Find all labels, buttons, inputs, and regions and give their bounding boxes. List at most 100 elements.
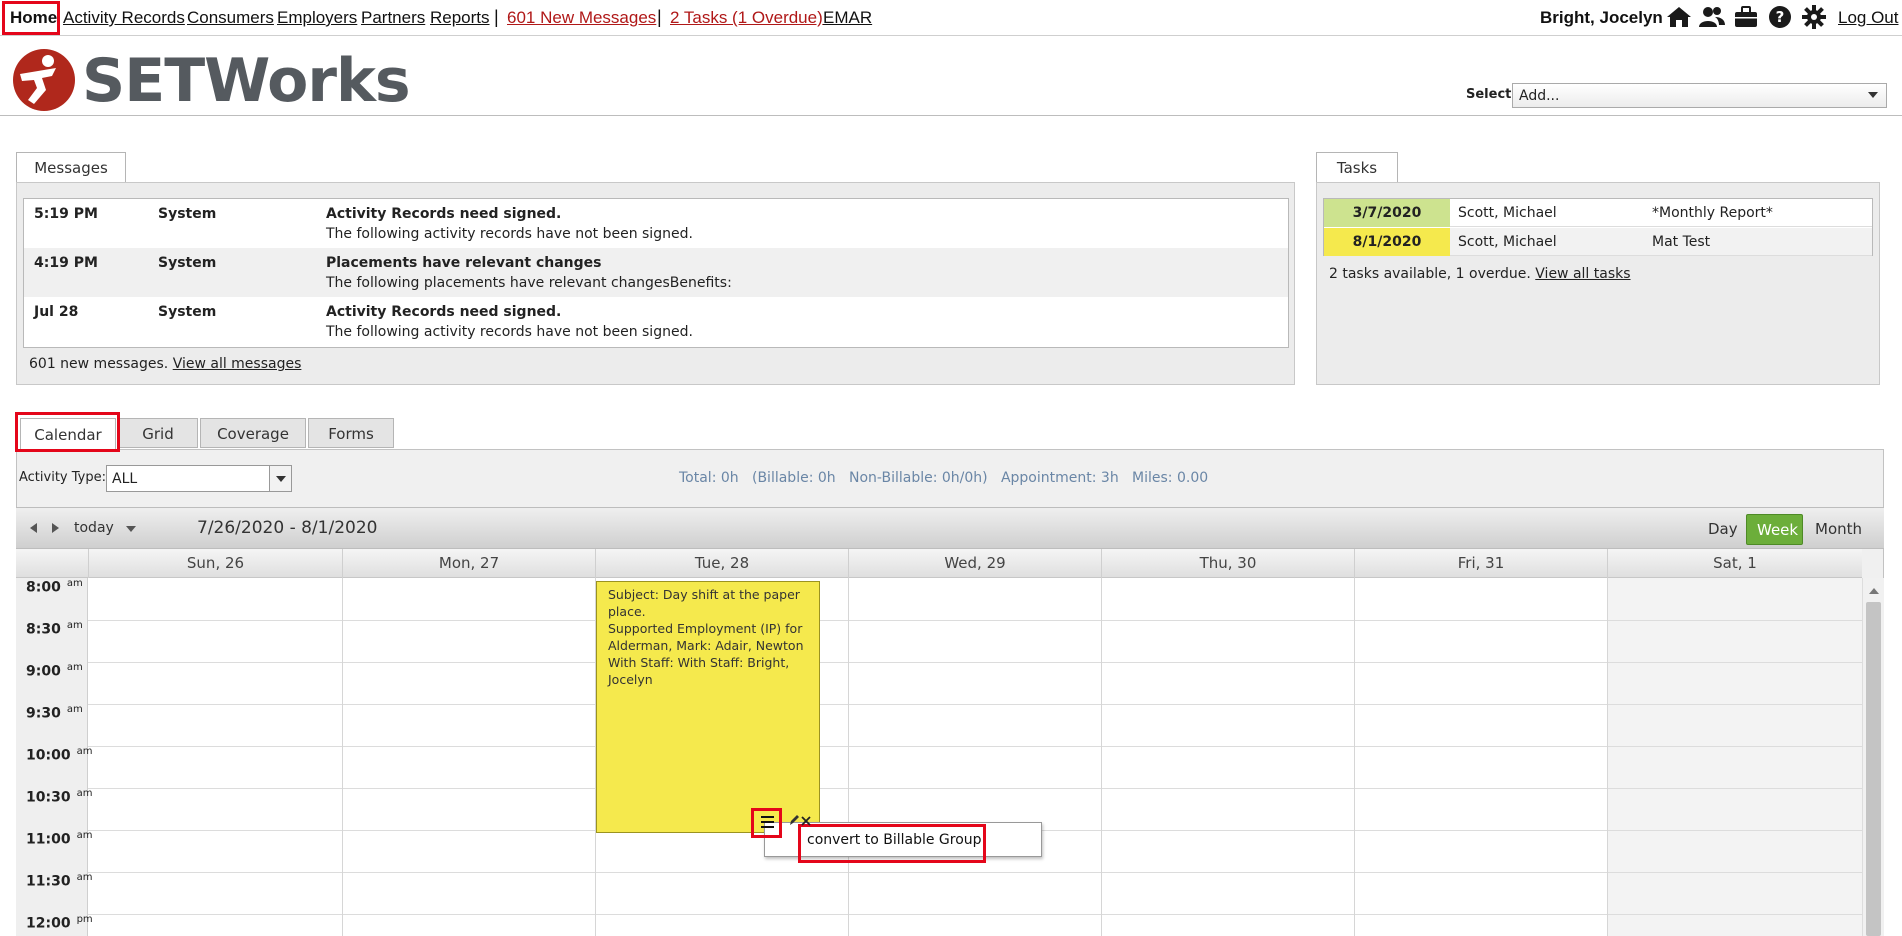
message-row[interactable]: 4:19 PM System Placements have relevant … — [24, 248, 1288, 297]
day-header-thu: Thu, 30 — [1101, 549, 1354, 578]
menu-lines-icon[interactable] — [759, 814, 777, 834]
time-label: 11:00 am — [26, 830, 93, 848]
briefcase-icon[interactable] — [1734, 6, 1758, 32]
nav-consumers[interactable]: Consumers — [187, 8, 274, 28]
grid-line — [88, 746, 1862, 747]
activity-type-dropdown-button[interactable] — [269, 466, 291, 491]
event-subject: Subject: Day shift at the paper place. — [608, 587, 800, 619]
message-row[interactable]: Jul 28 System Activity Records need sign… — [24, 297, 1288, 346]
tab-messages[interactable]: Messages — [16, 152, 126, 182]
week-time-grid[interactable]: 8:00 am 8:30 am 9:00 am 9:30 am 10:00 am 10:3… — [16, 578, 1862, 936]
chevron-down-icon — [1868, 92, 1878, 98]
grid-line — [88, 620, 1862, 621]
tasks-count: 2 tasks available, 1 overdue. — [1329, 266, 1531, 282]
today-button[interactable]: today — [74, 520, 114, 536]
user-name: Bright, Jocelyn — [1540, 8, 1663, 27]
grid-line — [88, 704, 1862, 705]
next-week-icon[interactable] — [52, 523, 59, 533]
nav-employers[interactable]: Employers — [277, 8, 357, 28]
logout-link[interactable]: Log Out — [1838, 8, 1899, 28]
scroll-up-icon[interactable] — [1869, 588, 1879, 594]
nav-tasks[interactable]: 2 Tasks (1 Overdue) — [670, 8, 823, 28]
time-label: 8:00 am — [26, 578, 83, 596]
add-select[interactable]: Add... — [1512, 83, 1887, 108]
grid-line — [88, 872, 1862, 873]
nav-emar[interactable]: EMAR — [823, 8, 872, 28]
grid-line — [88, 788, 1862, 789]
message-body: The following activity records have not … — [326, 324, 693, 340]
activity-type-value: ALL — [112, 471, 138, 487]
time-label: 11:30 am — [26, 872, 93, 890]
tab-grid[interactable]: Grid — [118, 418, 198, 448]
day-header-fri: Fri, 31 — [1354, 549, 1607, 578]
view-all-tasks-link[interactable]: View all tasks — [1535, 266, 1630, 282]
add-select-value: Add... — [1519, 88, 1560, 104]
messages-footer: 601 new messages. View all messages — [29, 356, 301, 372]
help-icon[interactable]: ? — [1768, 5, 1792, 33]
logo-text: SETWorks — [82, 46, 411, 116]
hours-summary: Total: 0h (Billable: 0h Non-Billable: 0h… — [679, 470, 1209, 486]
task-row[interactable]: 8/1/2020 Scott, Michael Mat Test — [1324, 228, 1872, 256]
view-week-button[interactable]: Week — [1746, 514, 1803, 545]
gear-icon[interactable] — [1802, 5, 1826, 33]
users-icon[interactable] — [1698, 5, 1726, 33]
message-subject: Placements have relevant changes — [326, 255, 602, 271]
nav-separator: | — [494, 7, 499, 27]
tab-tasks[interactable]: Tasks — [1316, 152, 1398, 182]
time-label: 12:00 pm — [26, 914, 93, 932]
time-label: 9:00 am — [26, 662, 83, 680]
edit-pencil-icon[interactable] — [788, 812, 800, 831]
home-icon[interactable] — [1666, 5, 1692, 33]
message-from: System — [158, 304, 217, 320]
time-column: 8:00 am 8:30 am 9:00 am 9:30 am 10:00 am 10:3… — [16, 578, 93, 936]
view-all-messages-link[interactable]: View all messages — [173, 356, 302, 372]
event-service: Supported Employment (IP) for Alderman, … — [608, 621, 804, 653]
grid-line — [88, 914, 1862, 915]
menu-item-convert-billable-group[interactable]: convert to Billable Group — [807, 832, 982, 848]
column-divider — [1354, 578, 1355, 936]
nav-home[interactable]: Home — [10, 8, 57, 28]
time-label: 10:30 am — [26, 788, 93, 806]
day-header-mon: Mon, 27 — [342, 549, 595, 578]
prev-week-icon[interactable] — [30, 523, 37, 533]
view-month-button[interactable]: Month — [1815, 520, 1862, 538]
message-body: The following activity records have not … — [326, 226, 693, 242]
logo-icon — [12, 48, 76, 116]
chevron-down-icon — [276, 476, 286, 482]
day-header-tue: Tue, 28 — [595, 549, 848, 578]
nav-reports[interactable]: Reports — [430, 8, 490, 28]
task-title: *Monthly Report* — [1652, 205, 1773, 221]
grid-line — [88, 662, 1862, 663]
scroll-thumb[interactable] — [1866, 602, 1881, 936]
nav-new-messages[interactable]: 601 New Messages — [507, 8, 656, 28]
activity-type-select[interactable]: ALL — [106, 465, 292, 492]
tasks-list: 3/7/2020 Scott, Michael *Monthly Report*… — [1323, 198, 1873, 256]
task-name: Scott, Michael — [1458, 205, 1557, 221]
message-row[interactable]: 5:19 PM System Activity Records need sig… — [24, 199, 1288, 248]
message-subject: Activity Records need signed. — [326, 304, 562, 320]
day-header-sat: Sat, 1 — [1607, 549, 1862, 578]
messages-list: 5:19 PM System Activity Records need sig… — [23, 198, 1289, 348]
message-from: System — [158, 255, 217, 271]
view-day-button[interactable]: Day — [1708, 520, 1738, 538]
day-header-wed: Wed, 29 — [848, 549, 1101, 578]
nav-activity-records[interactable]: Activity Records — [63, 8, 185, 28]
column-divider — [848, 578, 849, 936]
close-icon[interactable] — [800, 812, 812, 831]
tab-coverage[interactable]: Coverage — [200, 418, 306, 448]
task-row[interactable]: 3/7/2020 Scott, Michael *Monthly Report* — [1324, 199, 1872, 227]
calendar-scrollbar[interactable] — [1862, 578, 1884, 936]
messages-panel: 5:19 PM System Activity Records need sig… — [16, 182, 1295, 385]
svg-text:?: ? — [1776, 8, 1785, 26]
tab-forms[interactable]: Forms — [308, 418, 394, 448]
tab-calendar[interactable]: Calendar — [20, 418, 116, 450]
message-from: System — [158, 206, 217, 222]
nav-partners[interactable]: Partners — [361, 8, 425, 28]
tasks-footer: 2 tasks available, 1 overdue. View all t… — [1329, 266, 1631, 282]
message-time: 5:19 PM — [34, 206, 98, 222]
messages-count: 601 new messages. — [29, 356, 169, 372]
nav-separator: | — [657, 7, 662, 27]
chevron-down-icon[interactable] — [126, 526, 136, 532]
calendar-event[interactable]: Subject: Day shift at the paper place. S… — [596, 581, 820, 833]
time-label: 10:00 am — [26, 746, 93, 764]
